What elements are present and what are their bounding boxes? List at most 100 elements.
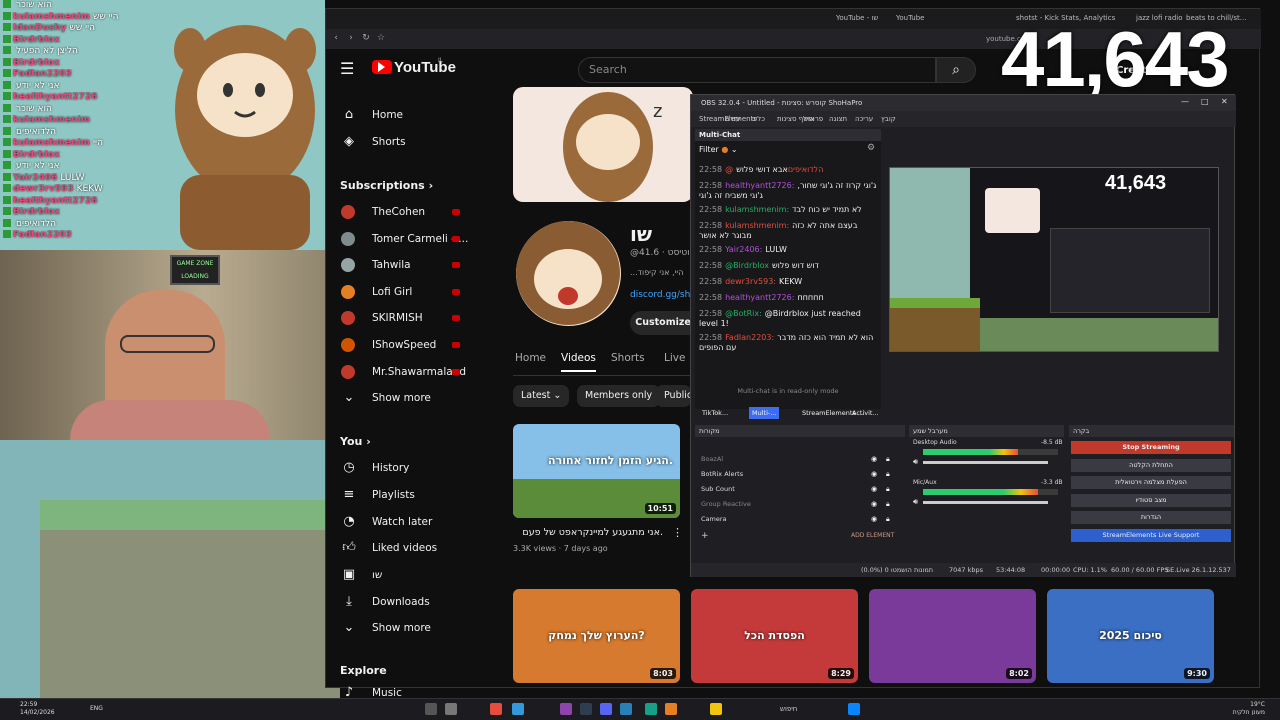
- obs-menu-item[interactable]: עריכה: [855, 111, 873, 127]
- obs-menu-item[interactable]: קובץ: [881, 111, 896, 127]
- chip-members-only[interactable]: Members only: [577, 385, 661, 407]
- after-effects-icon[interactable]: [560, 703, 572, 715]
- control-button[interactable]: הגדרות: [1071, 511, 1231, 524]
- dock-tab[interactable]: Activit...: [849, 407, 882, 419]
- dock-tab[interactable]: Multi-...: [749, 407, 780, 419]
- tab-youtube-channel[interactable]: YouTube - שו: [836, 14, 878, 22]
- language-indicator[interactable]: ENG: [90, 705, 103, 712]
- clock[interactable]: 22:59 14/02/2026: [20, 701, 55, 717]
- you-header[interactable]: You ›: [340, 435, 371, 448]
- source-item[interactable]: Sub Count: [701, 485, 735, 493]
- tab-videos[interactable]: Videos: [561, 352, 596, 372]
- gear-icon[interactable]: ⚙: [867, 143, 875, 153]
- speaker-icon[interactable]: 🔊︎: [913, 457, 918, 467]
- obs-app-icon[interactable]: [490, 703, 502, 715]
- maximize-icon[interactable]: □: [1201, 97, 1209, 106]
- sidebar-item-home[interactable]: ⌂ Home: [326, 102, 486, 128]
- close-icon[interactable]: ✕: [1221, 97, 1228, 106]
- eye-icon[interactable]: ◉: [871, 515, 877, 523]
- sidebar-item-your-videos[interactable]: ▣ שו: [326, 562, 486, 588]
- search-icon[interactable]: ⌕: [936, 57, 976, 83]
- app-icon[interactable]: [620, 703, 632, 715]
- source-item[interactable]: Camera: [701, 515, 727, 523]
- tab-shorts[interactable]: Shorts: [611, 352, 645, 364]
- obs-preview[interactable]: 41,643: [889, 167, 1219, 352]
- lock-icon[interactable]: 🔒︎: [886, 455, 890, 464]
- sidebar-item-liked[interactable]: 👍︎ Liked videos: [326, 535, 486, 561]
- subscriptions-show-more[interactable]: ⌄ Show more: [326, 385, 486, 411]
- video-thumbnail[interactable]: 2025 סיכום 9:30: [1047, 589, 1214, 683]
- back-icon[interactable]: ‹: [331, 33, 341, 43]
- folder-icon[interactable]: [710, 703, 722, 715]
- eye-icon[interactable]: ◉: [871, 455, 877, 463]
- control-button[interactable]: מצב סטודיו: [1071, 493, 1231, 507]
- control-button[interactable]: הפעלת מצלמה וירטואלית: [1071, 476, 1231, 489]
- brave-icon[interactable]: [665, 703, 677, 715]
- source-item[interactable]: BotRix Alerts: [701, 470, 743, 478]
- featured-video-thumbnail[interactable]: הגיע הזמן לחזור אחורה. 10:51: [513, 424, 680, 518]
- sidebar-item-subscription[interactable]: TheCohen: [326, 199, 486, 225]
- video-thumbnail[interactable]: הערוץ שלך נמחק? 8:03: [513, 589, 680, 683]
- tab-live[interactable]: Live: [664, 352, 685, 364]
- obs-menu-item[interactable]: פרופיל: [803, 111, 823, 127]
- taskbar-search[interactable]: חיפוש: [780, 705, 797, 713]
- sidebar-item-subscription[interactable]: Tahwila: [326, 252, 486, 278]
- youtube-logo-text[interactable]: YouTube: [394, 59, 456, 76]
- minimize-icon[interactable]: —: [1181, 97, 1189, 106]
- eye-icon[interactable]: ◉: [871, 500, 877, 508]
- control-button[interactable]: Stop Streaming: [1071, 441, 1231, 454]
- volume-slider[interactable]: [923, 461, 1048, 464]
- lock-icon[interactable]: 🔒︎: [886, 515, 890, 524]
- volume-slider[interactable]: [923, 501, 1048, 504]
- obs-menu-item[interactable]: תצוגה: [829, 111, 847, 127]
- filter-button[interactable]: Filter ● ⌄: [699, 145, 738, 154]
- sidebar-item-subscription[interactable]: Tomer Carmeli - ...: [326, 226, 486, 252]
- control-button[interactable]: StreamElements Live Support: [1071, 528, 1231, 542]
- eye-icon[interactable]: ◉: [871, 470, 877, 478]
- video-thumbnail[interactable]: הפסדת הכל 8:29: [691, 589, 858, 683]
- sidebar-item-shorts[interactable]: ◈ Shorts: [326, 129, 486, 155]
- sidebar-item-watch-later[interactable]: ◔ Watch later: [326, 509, 486, 535]
- obs-menu-item[interactable]: עזרה: [725, 111, 740, 127]
- sidebar-item-subscription[interactable]: Mr.Shawarmaland: [326, 359, 486, 385]
- windows-start-icon[interactable]: [848, 703, 860, 715]
- forward-icon[interactable]: ›: [346, 33, 356, 43]
- obs-menu-item[interactable]: כלים: [751, 111, 765, 127]
- discord-icon[interactable]: [600, 703, 612, 715]
- app-icon[interactable]: [425, 703, 437, 715]
- premiere-icon[interactable]: [580, 703, 592, 715]
- dock-tab[interactable]: TikTok...: [699, 407, 731, 419]
- lock-icon[interactable]: 🔒︎: [886, 470, 890, 479]
- sidebar-item-subscription[interactable]: IShowSpeed: [326, 332, 486, 358]
- app-icon[interactable]: [512, 703, 524, 715]
- lock-icon[interactable]: 🔒︎: [886, 500, 890, 509]
- speaker-icon[interactable]: 🔊︎: [913, 497, 918, 507]
- more-options-icon[interactable]: ⋮: [672, 526, 683, 539]
- add-element-button[interactable]: ADD ELEMENT: [851, 532, 894, 539]
- sidebar-item-playlists[interactable]: ≡ Playlists: [326, 482, 486, 508]
- control-button[interactable]: התחלת הקלטה: [1071, 458, 1231, 472]
- source-item[interactable]: Group Reactive: [701, 500, 751, 508]
- menu-icon[interactable]: ☰: [340, 59, 354, 78]
- sidebar-item-subscription[interactable]: SKIRMISH: [326, 305, 486, 331]
- add-source-icon[interactable]: +: [701, 531, 709, 541]
- lock-icon[interactable]: 🔒︎: [886, 485, 890, 494]
- search-input[interactable]: Search: [578, 57, 936, 83]
- tab-home[interactable]: Home: [515, 352, 546, 364]
- sidebar-item-downloads[interactable]: ⤓ Downloads: [326, 589, 486, 615]
- sidebar-item-subscription[interactable]: Lofi Girl: [326, 279, 486, 305]
- subscriptions-header[interactable]: Subscriptions ›: [340, 179, 433, 192]
- chip-latest[interactable]: Latest ⌄: [513, 385, 570, 407]
- reload-icon[interactable]: ↻: [361, 33, 371, 43]
- steam-icon[interactable]: [645, 703, 657, 715]
- channel-description[interactable]: ...היי, אני קיפוד: [630, 268, 683, 277]
- you-show-more[interactable]: ⌄ Show more: [326, 615, 486, 641]
- video-thumbnail[interactable]: 8:02: [869, 589, 1036, 683]
- weather-widget[interactable]: 19°C מעונן חלקית: [1215, 701, 1265, 717]
- source-item[interactable]: BoazAl: [701, 455, 723, 463]
- app-icon[interactable]: [445, 703, 457, 715]
- tab-youtube[interactable]: YouTube: [896, 14, 924, 22]
- sidebar-item-history[interactable]: ◷ History: [326, 455, 486, 481]
- featured-video-title[interactable]: אני מתגעגע למיינקראפט של פעם.: [513, 527, 663, 538]
- bookmark-icon[interactable]: ☆: [376, 33, 386, 43]
